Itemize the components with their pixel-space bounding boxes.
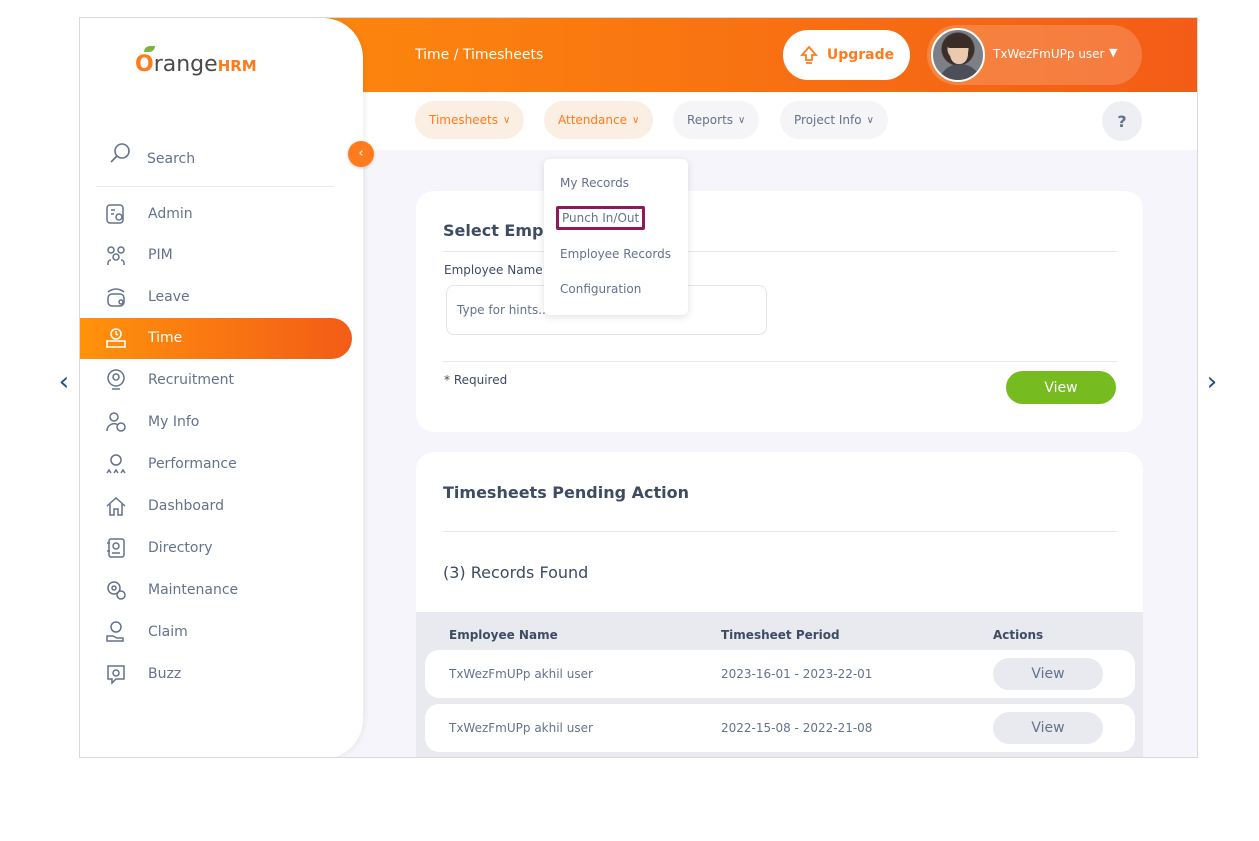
breadcrumb: Time / Timesheets — [415, 47, 544, 63]
pim-icon — [107, 246, 125, 265]
user-name: TxWezFmUPp user — [993, 47, 1105, 61]
divider — [443, 361, 1117, 362]
sidebar-item-label: Directory — [148, 540, 213, 556]
chevron-down-icon: ∨ — [502, 114, 511, 126]
period-cell: 2023-16-01 - 2023-22-01 — [721, 667, 873, 681]
carousel-prev-icon[interactable]: ‹ — [54, 368, 74, 396]
menu-item-punch-in-out[interactable]: Punch In/Out — [556, 206, 646, 230]
period-cell: 2022-15-08 - 2022-21-08 — [721, 721, 873, 735]
sidebar-item-buzz[interactable]: Buzz — [80, 654, 352, 695]
column-header-actions: Actions — [993, 628, 1044, 642]
tab-label: Timesheets — [429, 113, 498, 127]
directory-icon — [107, 538, 125, 558]
row-view-button[interactable]: View — [993, 712, 1103, 744]
tab-label: Attendance — [558, 113, 627, 127]
sidebar-item-performance[interactable]: Performance — [80, 444, 352, 485]
sidebar-item-leave[interactable]: Leave — [80, 277, 352, 318]
row-view-button[interactable]: View — [993, 658, 1103, 690]
brand-prefix: O — [135, 52, 154, 77]
search-icon — [110, 143, 130, 163]
sidebar-item-label: Recruitment — [148, 372, 235, 388]
upgrade-arrow-icon — [799, 45, 818, 64]
sidebar-item-label: Buzz — [148, 666, 182, 682]
sidebar-item-my-info[interactable]: My Info — [80, 402, 352, 443]
upgrade-label: Upgrade — [826, 47, 895, 63]
sidebar-item-label: Admin — [148, 206, 193, 222]
brand-name: range — [153, 52, 218, 77]
leave-icon — [107, 288, 125, 307]
user-menu[interactable]: TxWezFmUPp user ▼ — [927, 25, 1142, 85]
tab-attendance[interactable]: Attendance ∨ — [544, 101, 654, 139]
sidebar-item-label: Claim — [148, 624, 188, 640]
punch-in-out-label: Punch In/Out — [562, 211, 640, 225]
search-label: Search — [147, 151, 196, 167]
upgrade-button[interactable]: Upgrade — [783, 30, 910, 80]
sidebar-item-label: Time — [148, 330, 183, 346]
column-header-period: Timesheet Period — [721, 628, 840, 642]
menu-item-employee-records[interactable]: Employee Records — [560, 247, 671, 261]
sidebar-item-label: Performance — [148, 456, 237, 472]
sidebar-item-directory[interactable]: Directory — [80, 528, 352, 569]
brand-suffix: HRM — [217, 57, 257, 75]
sidebar-item-label: PIM — [148, 247, 173, 263]
sidebar-item-label: Maintenance — [148, 582, 239, 598]
menu-item-my-records[interactable]: My Records — [560, 176, 629, 190]
avatar — [931, 28, 985, 82]
pending-table: Employee Name Timesheet Period Actions T… — [416, 612, 1143, 757]
tab-timesheets[interactable]: Timesheets ∨ — [415, 101, 525, 139]
column-header-employee: Employee Name — [449, 628, 558, 642]
tab-reports[interactable]: Reports ∨ — [673, 101, 760, 139]
timesheets-pending-card: Timesheets Pending Action (3) Records Fo… — [416, 452, 1143, 757]
caret-down-icon: ▼ — [1109, 46, 1118, 59]
view-button[interactable]: View — [1006, 371, 1116, 404]
performance-icon — [106, 454, 126, 474]
sidebar: OrangeHRM Search Admin PIM Leave Time Re… — [80, 18, 363, 757]
select-employee-title: Select Emplo — [443, 221, 560, 240]
tab-label: Reports — [687, 113, 734, 127]
sidebar-item-label: Dashboard — [148, 498, 224, 514]
select-employee-card: Select Emplo Employee Name Type for hint… — [416, 191, 1143, 432]
time-icon — [106, 328, 126, 348]
employee-cell: TxWezFmUPp akhil user — [449, 721, 593, 735]
table-row: TxWezFmUPp akhil user 2022-15-08 - 2022-… — [425, 704, 1135, 752]
chevron-down-icon: ∨ — [866, 114, 874, 126]
table-row: TxWezFmUPp akhil user 2023-16-01 - 2023-… — [425, 650, 1135, 698]
employee-name-label: Employee Name — [444, 263, 543, 277]
pending-title: Timesheets Pending Action — [443, 483, 689, 502]
sidebar-search[interactable]: Search — [96, 135, 334, 187]
divider — [443, 531, 1117, 532]
recruitment-icon — [107, 369, 125, 390]
required-note: * Required — [444, 373, 508, 387]
sidebar-item-dashboard[interactable]: Dashboard — [80, 486, 352, 527]
sidebar-collapse-button[interactable]: ‹ — [348, 141, 374, 167]
sidebar-item-recruitment[interactable]: Recruitment — [80, 360, 352, 401]
sidebar-item-maintenance[interactable]: Maintenance — [80, 570, 352, 611]
records-found: (3) Records Found — [443, 563, 589, 582]
orangehrm-logo: OrangeHRM — [135, 46, 257, 77]
sidebar-item-admin[interactable]: Admin — [80, 194, 352, 235]
admin-icon — [106, 204, 124, 224]
help-button[interactable]: ? — [1102, 101, 1142, 141]
sidebar-item-claim[interactable]: Claim — [80, 612, 352, 653]
tab-project-info[interactable]: Project Info ∨ — [780, 101, 888, 139]
claim-icon — [106, 621, 124, 642]
chevron-down-icon: ∨ — [631, 114, 640, 126]
sidebar-item-label: My Info — [148, 414, 200, 430]
sidebar-item-pim[interactable]: PIM — [80, 235, 352, 276]
sidebar-item-time[interactable]: Time — [80, 318, 352, 359]
employee-cell: TxWezFmUPp akhil user — [449, 667, 593, 681]
dashboard-icon — [106, 496, 126, 516]
tab-label: Project Info — [794, 113, 862, 127]
chevron-down-icon: ∨ — [738, 114, 746, 126]
buzz-icon — [107, 665, 125, 685]
sidebar-item-label: Leave — [148, 289, 190, 305]
carousel-next-icon[interactable]: › — [1202, 368, 1222, 396]
my-info-icon — [106, 412, 126, 432]
maintenance-icon — [107, 581, 126, 600]
attendance-dropdown: My Records Punch In/Out Employee Records… — [544, 159, 688, 315]
menu-item-configuration[interactable]: Configuration — [560, 282, 641, 296]
app-frame: Time / Timesheets Upgrade TxWezFmUPp use… — [79, 17, 1198, 758]
